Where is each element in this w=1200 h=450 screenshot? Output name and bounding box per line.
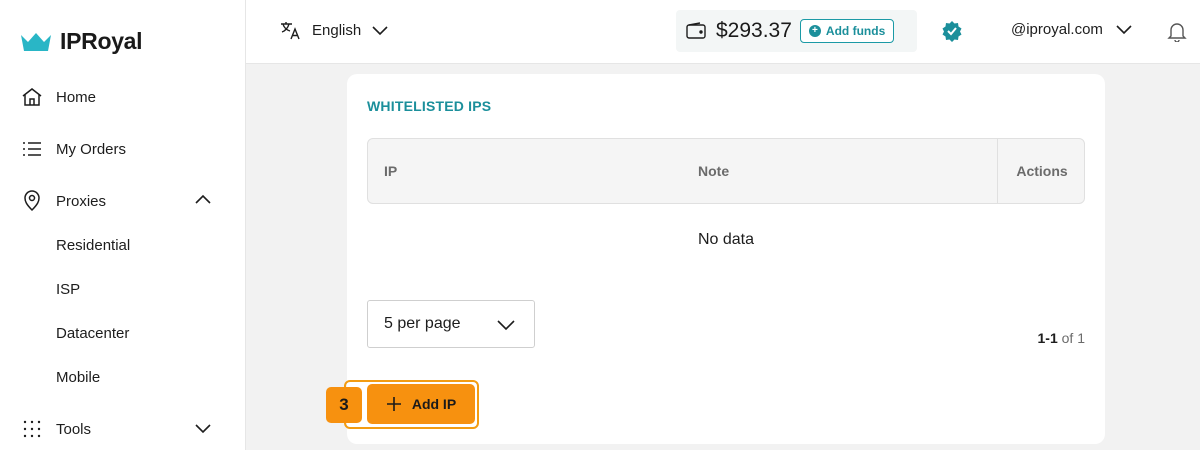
plus-icon — [386, 397, 401, 411]
per-page-value: 5 per page — [384, 315, 461, 332]
chevron-down-icon — [194, 419, 212, 441]
sidebar-item-label: Home — [56, 88, 97, 106]
home-icon — [20, 85, 44, 109]
bell-icon[interactable] — [1166, 20, 1188, 42]
top-bar: English $293.37 + Add funds @iproyal.com — [246, 0, 1200, 64]
location-pin-icon — [20, 189, 44, 213]
logo[interactable]: IPRoyal — [20, 28, 143, 55]
chevron-up-icon — [194, 191, 212, 213]
pagination-total: of 1 — [1061, 330, 1085, 346]
account-menu[interactable]: @iproyal.com — [1011, 20, 1133, 38]
empty-state-text: No data — [697, 231, 755, 248]
verified-badge-icon — [942, 21, 962, 42]
pagination-range: 1-1 — [1037, 330, 1058, 346]
column-header-ip: IP — [384, 163, 398, 179]
grid-dots-icon — [20, 417, 44, 441]
balance-amount: $293.37 — [716, 19, 792, 42]
table-header: IP Note Actions — [367, 138, 1085, 204]
sidebar-item-home[interactable]: Home — [20, 83, 220, 111]
column-header-note: Note — [698, 163, 730, 179]
sidebar-subitem-mobile[interactable]: Mobile — [56, 365, 100, 389]
add-funds-label: Add funds — [825, 24, 886, 38]
chevron-down-icon — [372, 26, 388, 36]
chevron-down-icon — [497, 320, 515, 331]
sidebar-subitem-residential[interactable]: Residential — [56, 233, 130, 257]
sidebar-item-proxies[interactable]: Proxies — [20, 187, 220, 215]
language-label: English — [312, 21, 362, 39]
plus-circle-icon: + — [808, 25, 821, 37]
account-email: @iproyal.com — [1011, 20, 1103, 38]
sidebar-subitem-isp[interactable]: ISP — [56, 277, 80, 301]
sidebar-item-label: My Orders — [56, 140, 127, 158]
column-header-actions: Actions — [997, 139, 1086, 203]
step-badge: 3 — [326, 387, 362, 423]
balance-box: $293.37 + Add funds — [676, 10, 917, 52]
whitelisted-ips-card: WHITELISTED IPS IP Note Actions No data … — [344, 74, 1105, 444]
language-selector[interactable]: English — [280, 20, 389, 40]
sidebar-item-my-orders[interactable]: My Orders — [20, 135, 220, 163]
per-page-select[interactable]: 5 per page — [367, 300, 535, 348]
translate-icon — [281, 22, 300, 40]
wallet-icon — [686, 21, 706, 41]
sidebar-item-tools[interactable]: Tools — [20, 415, 220, 443]
crown-icon — [21, 32, 51, 51]
add-ip-label: Add IP — [411, 396, 457, 412]
sidebar-item-label: Proxies — [56, 192, 107, 210]
sidebar: IPRoyal Home My Orders Proxies Residenti… — [0, 0, 246, 450]
add-ip-button[interactable]: Add IP — [367, 384, 475, 424]
chevron-down-icon — [1116, 25, 1132, 35]
section-title: WHITELISTED IPS — [367, 98, 492, 114]
sidebar-item-label: Tools — [56, 420, 92, 438]
sidebar-subitem-datacenter[interactable]: Datacenter — [56, 321, 129, 345]
add-funds-button[interactable]: + Add funds — [799, 19, 895, 43]
list-icon — [20, 137, 44, 161]
pagination-info: 1-1 of 1 — [1038, 330, 1085, 346]
logo-text: IPRoyal — [60, 28, 143, 54]
